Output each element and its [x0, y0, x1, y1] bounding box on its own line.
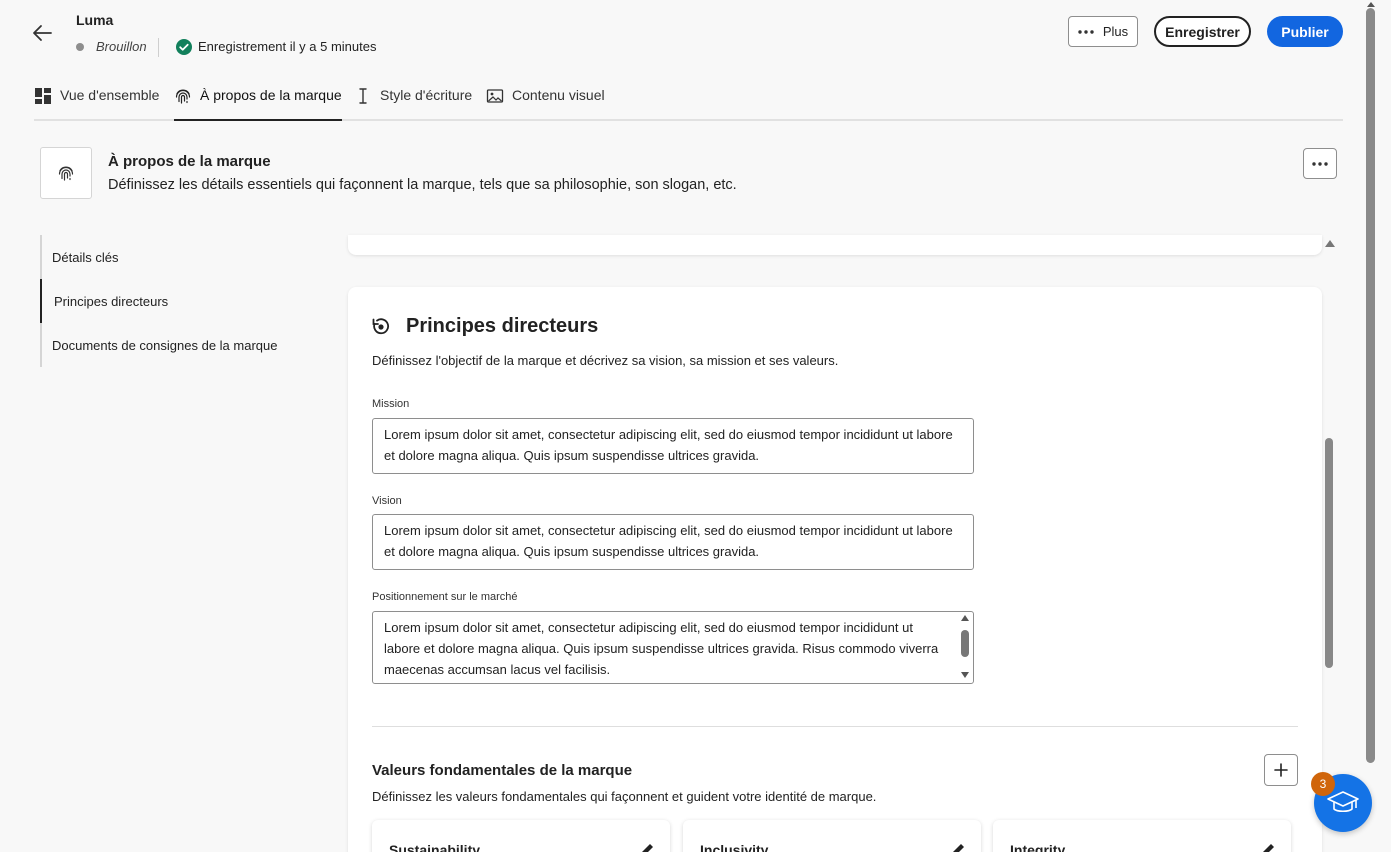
app-title: Luma: [76, 12, 114, 28]
content-scrollbar[interactable]: [1322, 235, 1336, 852]
section-more-button[interactable]: [1303, 148, 1337, 179]
text-cursor-icon: [359, 88, 367, 104]
section-nav: Détails clés Principes directeurs Docume…: [40, 235, 330, 367]
principles-description: Définissez l'objectif de la marque et dé…: [372, 353, 839, 368]
tab-overview[interactable]: Vue d'ensemble: [34, 82, 159, 121]
scroll-up-icon[interactable]: [1325, 240, 1335, 247]
tab-label: À propos de la marque: [200, 87, 342, 103]
scroll-thumb[interactable]: [1366, 8, 1375, 763]
mission-textarea[interactable]: Lorem ipsum dolor sit amet, consectetur …: [372, 418, 974, 474]
status-divider: [158, 38, 159, 57]
image-icon: [486, 89, 504, 103]
divider: [372, 726, 1298, 727]
more-dots-icon: [1078, 29, 1094, 34]
more-dots-icon: [1312, 161, 1328, 166]
scroll-down-icon[interactable]: [961, 672, 969, 678]
notification-badge: 3: [1311, 772, 1335, 796]
section-icon-box: [40, 147, 92, 199]
back-button[interactable]: [30, 20, 56, 46]
positioning-scrollbar[interactable]: [958, 613, 972, 682]
value-name: Sustainability: [389, 842, 481, 852]
edit-pencil-icon[interactable]: [949, 841, 967, 852]
scroll-thumb[interactable]: [961, 630, 969, 657]
core-values-title: Valeurs fondamentales de la marque: [372, 762, 633, 779]
value-name: Integrity: [1010, 842, 1066, 852]
tab-label: Style d'écriture: [380, 87, 473, 103]
value-name: Inclusivity: [700, 842, 769, 852]
dashboard-icon: [35, 88, 51, 104]
positioning-label: Positionnement sur le marché: [372, 591, 518, 603]
arrow-left-icon: [33, 25, 52, 41]
scroll-thumb[interactable]: [1325, 438, 1333, 668]
tab-bar: Vue d'ensemble À propos de la marque Sty…: [34, 82, 1343, 121]
section-description: Définissez les détails essentiels qui fa…: [108, 177, 737, 193]
nav-item-brand-guidelines[interactable]: Documents de consignes de la marque: [42, 323, 332, 367]
tab-about-brand[interactable]: À propos de la marque: [174, 82, 342, 121]
fingerprint-icon: [175, 89, 191, 104]
value-card[interactable]: Sustainability: [372, 820, 670, 852]
edit-pencil-icon[interactable]: [638, 841, 656, 852]
principles-title: Principes directeurs: [406, 315, 599, 337]
checkmark-circle-icon: [176, 39, 192, 55]
draft-status: Brouillon: [96, 39, 147, 54]
add-value-button[interactable]: [1264, 754, 1298, 786]
section-title: À propos de la marque: [108, 153, 271, 170]
nav-item-guiding-principles[interactable]: Principes directeurs: [40, 279, 330, 323]
status-dot-icon: [76, 43, 84, 51]
more-button-label: Plus: [1102, 24, 1129, 39]
tab-visual-content[interactable]: Contenu visuel: [486, 82, 605, 121]
save-status-text: Enregistrement il y a 5 minutes: [198, 39, 377, 54]
scroll-up-icon[interactable]: [961, 615, 969, 621]
publish-button[interactable]: Publier: [1267, 16, 1343, 47]
previous-card-bottom: [348, 235, 1322, 255]
page-scrollbar[interactable]: [1364, 0, 1378, 852]
tab-writing-style[interactable]: Style d'écriture: [354, 82, 472, 121]
save-button[interactable]: Enregistrer: [1154, 16, 1251, 47]
value-card[interactable]: Integrity: [993, 820, 1291, 852]
positioning-textarea[interactable]: Lorem ipsum dolor sit amet, consectetur …: [372, 611, 974, 684]
vision-label: Vision: [372, 495, 402, 507]
plus-icon: [1274, 763, 1288, 777]
nav-item-key-details[interactable]: Détails clés: [42, 235, 332, 279]
vision-textarea[interactable]: Lorem ipsum dolor sit amet, consectetur …: [372, 514, 974, 570]
fingerprint-icon: [58, 166, 74, 181]
tab-label: Contenu visuel: [512, 87, 605, 103]
mission-label: Mission: [372, 398, 410, 410]
tab-label: Vue d'ensemble: [60, 87, 160, 103]
edit-pencil-icon[interactable]: [1259, 841, 1277, 852]
value-card[interactable]: Inclusivity: [683, 820, 981, 852]
core-values-description: Définissez les valeurs fondamentales qui…: [372, 789, 877, 804]
target-refresh-icon: [371, 317, 391, 337]
scroll-up-icon[interactable]: [1367, 2, 1375, 7]
more-button[interactable]: Plus: [1068, 16, 1138, 47]
